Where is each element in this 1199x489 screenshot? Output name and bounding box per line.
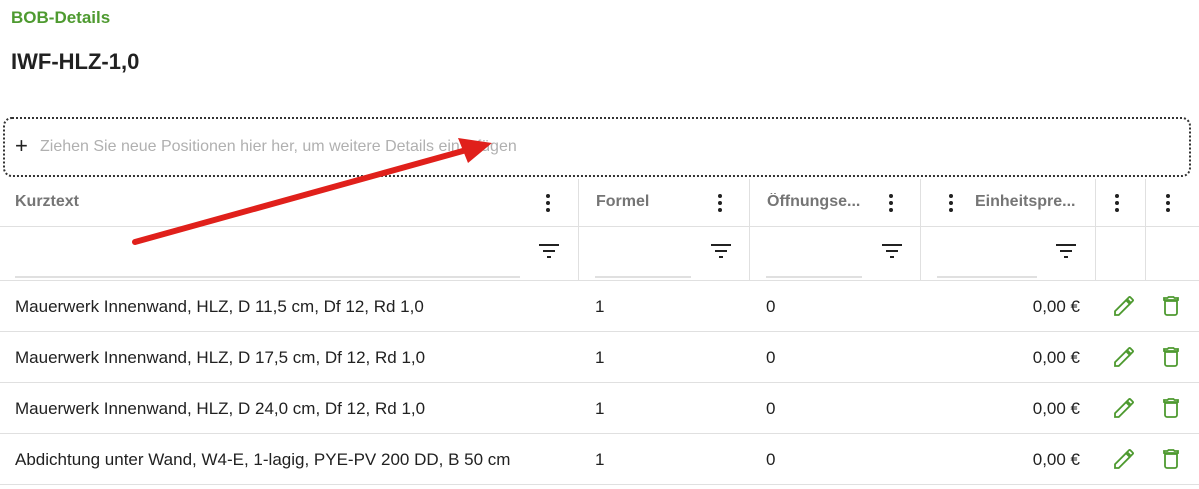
delete-trash-icon[interactable]: [1159, 447, 1183, 471]
column-label: Formel: [596, 193, 650, 210]
column-menu-icon[interactable]: [1160, 191, 1176, 215]
filter-icon[interactable]: [882, 243, 902, 259]
edit-pencil-icon[interactable]: [1112, 345, 1136, 369]
edit-pencil-icon[interactable]: [1112, 447, 1136, 471]
filter-cell-einheitspreis: [920, 227, 1095, 280]
cell-einheitspreis: 0,00 €: [1032, 348, 1080, 367]
edit-pencil-icon[interactable]: [1112, 294, 1136, 318]
column-header-formel[interactable]: Formel: [578, 179, 749, 226]
filter-cell-kurztext: [0, 227, 578, 280]
cell-einheitspreis: 0,00 €: [1032, 297, 1080, 316]
cell-formel: 1: [595, 450, 605, 469]
cell-formel: 1: [595, 348, 605, 367]
cell-kurztext: Mauerwerk Innenwand, HLZ, D 17,5 cm, Df …: [15, 348, 426, 367]
filter-input-formel[interactable]: [595, 250, 691, 278]
table-row[interactable]: Mauerwerk Innenwand, HLZ, D 11,5 cm, Df …: [0, 281, 1199, 332]
column-label: Kurztext: [15, 193, 80, 210]
table-row[interactable]: Abdichtung unter Wand, W4-E, 1-lagig, PY…: [0, 434, 1199, 485]
column-header-delete[interactable]: [1145, 179, 1199, 226]
edit-pencil-icon[interactable]: [1112, 396, 1136, 420]
cell-oeffnung: 0: [766, 348, 776, 367]
column-menu-icon[interactable]: [943, 191, 959, 215]
filter-input-kurztext[interactable]: [15, 250, 520, 278]
column-header-edit[interactable]: [1095, 179, 1145, 226]
column-menu-icon[interactable]: [883, 191, 899, 215]
plus-icon: +: [15, 133, 28, 158]
cell-oeffnung: 0: [766, 297, 776, 316]
filter-input-oeffnung[interactable]: [766, 250, 862, 278]
filter-icon[interactable]: [711, 243, 731, 259]
drop-zone[interactable]: + Ziehen Sie neue Positionen hier her, u…: [3, 117, 1191, 177]
section-label: BOB-Details: [11, 8, 111, 27]
filter-cell-oeffnung: [749, 227, 920, 280]
column-menu-icon[interactable]: [540, 191, 556, 215]
table-row[interactable]: Mauerwerk Innenwand, HLZ, D 24,0 cm, Df …: [0, 383, 1199, 434]
column-header-kurztext[interactable]: Kurztext: [0, 179, 578, 226]
cell-formel: 1: [595, 399, 605, 418]
delete-trash-icon[interactable]: [1159, 294, 1183, 318]
table-header-row: Kurztext Formel Öffnungse... Einheitspre…: [0, 179, 1199, 227]
column-header-einheitspreis[interactable]: Einheitspre...: [920, 179, 1095, 226]
filter-cell-delete: [1145, 227, 1199, 280]
table-filter-row: [0, 227, 1199, 281]
page-title: IWF-HLZ-1,0: [11, 49, 140, 74]
cell-kurztext: Mauerwerk Innenwand, HLZ, D 24,0 cm, Df …: [15, 399, 426, 418]
drop-zone-hint: Ziehen Sie neue Positionen hier her, um …: [40, 138, 517, 155]
filter-icon[interactable]: [1056, 243, 1076, 259]
delete-trash-icon[interactable]: [1159, 345, 1183, 369]
column-label: Einheitspre...: [975, 193, 1076, 210]
filter-icon[interactable]: [539, 243, 559, 259]
table-row[interactable]: Mauerwerk Innenwand, HLZ, D 17,5 cm, Df …: [0, 332, 1199, 383]
delete-trash-icon[interactable]: [1159, 396, 1183, 420]
cell-einheitspreis: 0,00 €: [1032, 399, 1080, 418]
column-header-oeffnung[interactable]: Öffnungse...: [749, 179, 920, 226]
column-label: Öffnungse...: [767, 193, 861, 210]
cell-formel: 1: [595, 297, 605, 316]
filter-input-einheitspreis[interactable]: [937, 250, 1037, 278]
cell-oeffnung: 0: [766, 450, 776, 469]
filter-cell-formel: [578, 227, 749, 280]
cell-kurztext: Abdichtung unter Wand, W4-E, 1-lagig, PY…: [15, 450, 511, 469]
filter-cell-edit: [1095, 227, 1145, 280]
cell-oeffnung: 0: [766, 399, 776, 418]
cell-kurztext: Mauerwerk Innenwand, HLZ, D 11,5 cm, Df …: [15, 297, 424, 316]
cell-einheitspreis: 0,00 €: [1032, 450, 1080, 469]
column-menu-icon[interactable]: [1109, 191, 1125, 215]
column-menu-icon[interactable]: [712, 191, 728, 215]
